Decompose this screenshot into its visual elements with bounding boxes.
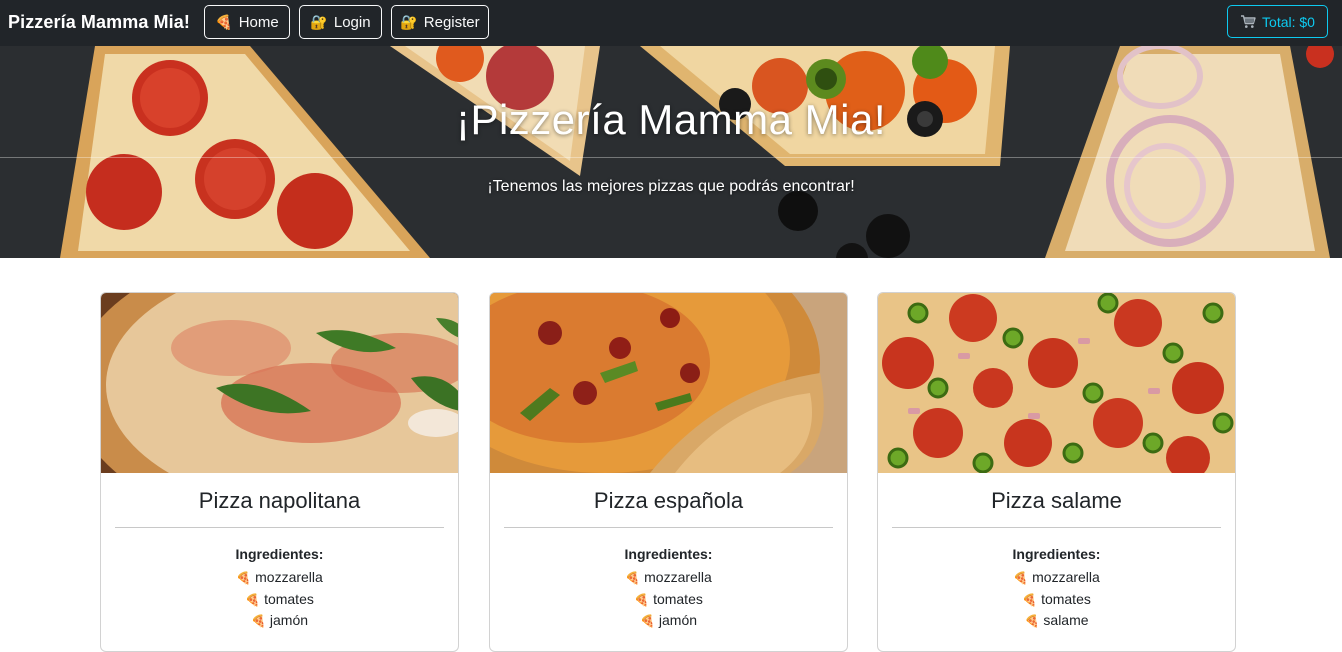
- pizza-card-napolitana: Pizza napolitana Ingredientes: 🍕 mozzarel…: [100, 292, 459, 652]
- hero-subtitle: ¡Tenemos las mejores pizzas que podrás e…: [487, 178, 855, 195]
- pizza-slice-icon: 🍕: [625, 571, 641, 585]
- pizza-slice-icon: 🍕: [236, 571, 252, 585]
- pizza-slice-icon: 🍕: [1013, 571, 1029, 585]
- ingredient-item: 🍕 mozzarella: [625, 569, 712, 585]
- cart-icon: [1240, 14, 1256, 29]
- pizza-napolitana-image: [101, 293, 458, 473]
- pizza-slice-icon: 🍕: [215, 14, 233, 30]
- pizza-slice-icon: 🍕: [250, 614, 266, 628]
- hero-divider: [0, 157, 1342, 158]
- ingredient-item: 🍕 mozzarella: [1013, 569, 1100, 585]
- login-button-label: Login: [333, 13, 371, 31]
- hero-pizza-image: [0, 46, 1342, 258]
- ingredient-item: 🍕 tomates: [245, 590, 314, 607]
- hero-title: ¡Pizzería Mamma Mia!: [455, 96, 887, 143]
- login-button[interactable]: 🔐 Login: [299, 5, 382, 39]
- ingredient-item: 🍕 jamón: [250, 612, 309, 628]
- ingredients-heading: Ingredientes:: [1012, 546, 1101, 562]
- navbar: Pizzería Mamma Mia! 🍕 Home 🔐 Login 🔐 Reg…: [0, 0, 1342, 46]
- lock-icon: 🔐: [400, 14, 418, 30]
- register-button[interactable]: 🔐 Register: [391, 5, 489, 39]
- ingredients-heading: Ingredientes:: [235, 546, 324, 562]
- card-divider: [115, 527, 444, 528]
- ingredients-list: 🍕 mozzarella 🍕 tomates 🍕 salame: [878, 567, 1235, 632]
- pizza-name: Pizza española: [593, 488, 744, 513]
- card-divider: [504, 527, 833, 528]
- pizza-salame-image: [878, 293, 1235, 473]
- cart-total-label: Total: $0: [1262, 13, 1315, 30]
- pizza-slice-icon: 🍕: [1024, 614, 1040, 628]
- ingredients-list: 🍕 mozzarella 🍕 tomates 🍕 jamón: [490, 567, 847, 632]
- cart-total-button[interactable]: Total: $0: [1227, 5, 1328, 38]
- pizza-slice-icon: 🍕: [245, 592, 261, 607]
- hero-banner: ¡Pizzería Mamma Mia! ¡Tenemos las mejore…: [0, 46, 1342, 258]
- lock-icon: 🔐: [310, 14, 328, 30]
- register-button-label: Register: [423, 13, 480, 31]
- pizza-slice-icon: 🍕: [639, 614, 655, 628]
- pizza-espanola-image: [490, 293, 847, 473]
- ingredient-item: 🍕 jamón: [639, 612, 698, 628]
- home-button[interactable]: 🍕 Home: [204, 5, 290, 39]
- ingredient-item: 🍕 mozzarella: [236, 569, 323, 585]
- pizza-name: Pizza napolitana: [198, 488, 361, 513]
- ingredients-list: 🍕 mozzarella 🍕 tomates 🍕 jamón: [101, 567, 458, 632]
- pizza-slice-icon: 🍕: [1022, 592, 1038, 607]
- pizza-slice-icon: 🍕: [634, 592, 650, 607]
- ingredient-item: 🍕 salame: [1024, 612, 1089, 628]
- brand-title[interactable]: Pizzería Mamma Mia!: [8, 12, 190, 33]
- pizza-card-espanola: Pizza española Ingredientes: 🍕 mozzarella…: [489, 292, 848, 652]
- pizza-name: Pizza salame: [991, 488, 1122, 513]
- ingredients-heading: Ingredientes:: [624, 546, 713, 562]
- pizza-card-salame: Pizza salame Ingredientes: 🍕 mozzarella 🍕…: [877, 292, 1236, 652]
- ingredient-item: 🍕 tomates: [1022, 590, 1091, 607]
- ingredient-item: 🍕 tomates: [634, 590, 703, 607]
- card-divider: [892, 527, 1221, 528]
- home-button-label: Home: [238, 13, 279, 31]
